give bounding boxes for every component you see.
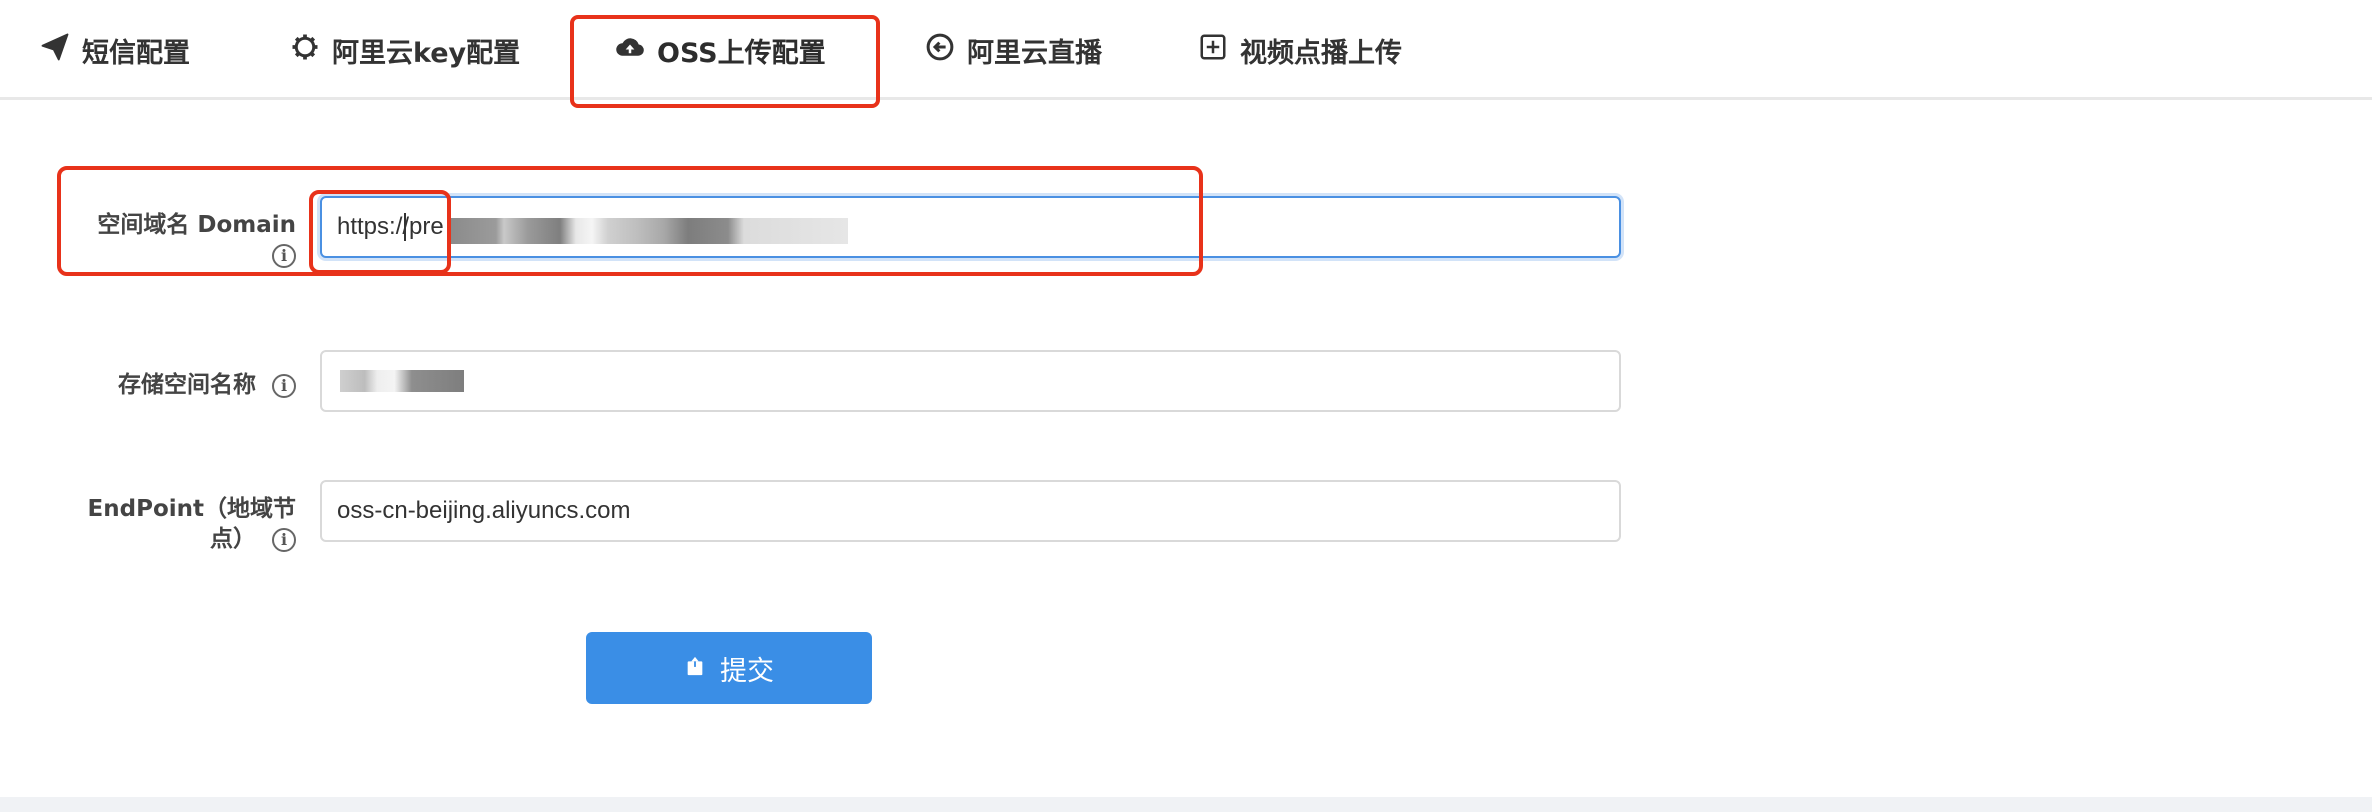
tab-sms-config[interactable]: 短信配置 xyxy=(40,0,190,100)
tab-label: 短信配置 xyxy=(82,37,190,69)
annotation-highlight-prefix xyxy=(309,190,451,274)
tab-bar: 短信配置 阿里云key配置 OSS上传配置 阿里云直播 视频点播上传 xyxy=(0,0,2372,100)
tab-aliyun-key-config[interactable]: 阿里云key配置 xyxy=(290,0,520,100)
annotation-highlight-field xyxy=(57,166,1203,276)
paper-plane-icon xyxy=(40,32,70,69)
annotation-highlight-tab xyxy=(570,15,880,108)
bucket-label: 存储空间名称 i xyxy=(118,370,296,400)
tab-aliyun-live[interactable]: 阿里云直播 xyxy=(925,0,1102,100)
submit-button[interactable]: 提交 xyxy=(586,632,872,704)
bucket-label-text: 存储空间名称 xyxy=(117,372,256,398)
endpoint-label-line2: 点） xyxy=(209,526,256,552)
footer-band xyxy=(0,797,2372,812)
tab-video-vod-upload[interactable]: 视频点播上传 xyxy=(1198,0,1402,100)
endpoint-label-line1: EndPoint（地域节 xyxy=(87,496,296,522)
gear-icon xyxy=(290,32,320,69)
bucket-name-input[interactable] xyxy=(320,350,1621,412)
endpoint-label: EndPoint（地域节 点） i xyxy=(88,494,296,554)
tab-label: 视频点播上传 xyxy=(1240,37,1402,69)
tab-label: 阿里云直播 xyxy=(967,37,1102,69)
endpoint-input-value: oss-cn-beijing.aliyuncs.com xyxy=(337,497,631,524)
upload-box-icon xyxy=(684,653,706,684)
tab-label: 阿里云key配置 xyxy=(332,37,521,69)
redaction-block xyxy=(340,370,464,392)
submit-label: 提交 xyxy=(720,655,774,687)
endpoint-input[interactable]: oss-cn-beijing.aliyuncs.com xyxy=(320,480,1621,542)
info-icon[interactable]: i xyxy=(272,373,296,398)
circle-arrow-left-icon xyxy=(925,32,955,69)
plus-square-icon xyxy=(1198,32,1228,69)
info-icon[interactable]: i xyxy=(272,527,296,552)
